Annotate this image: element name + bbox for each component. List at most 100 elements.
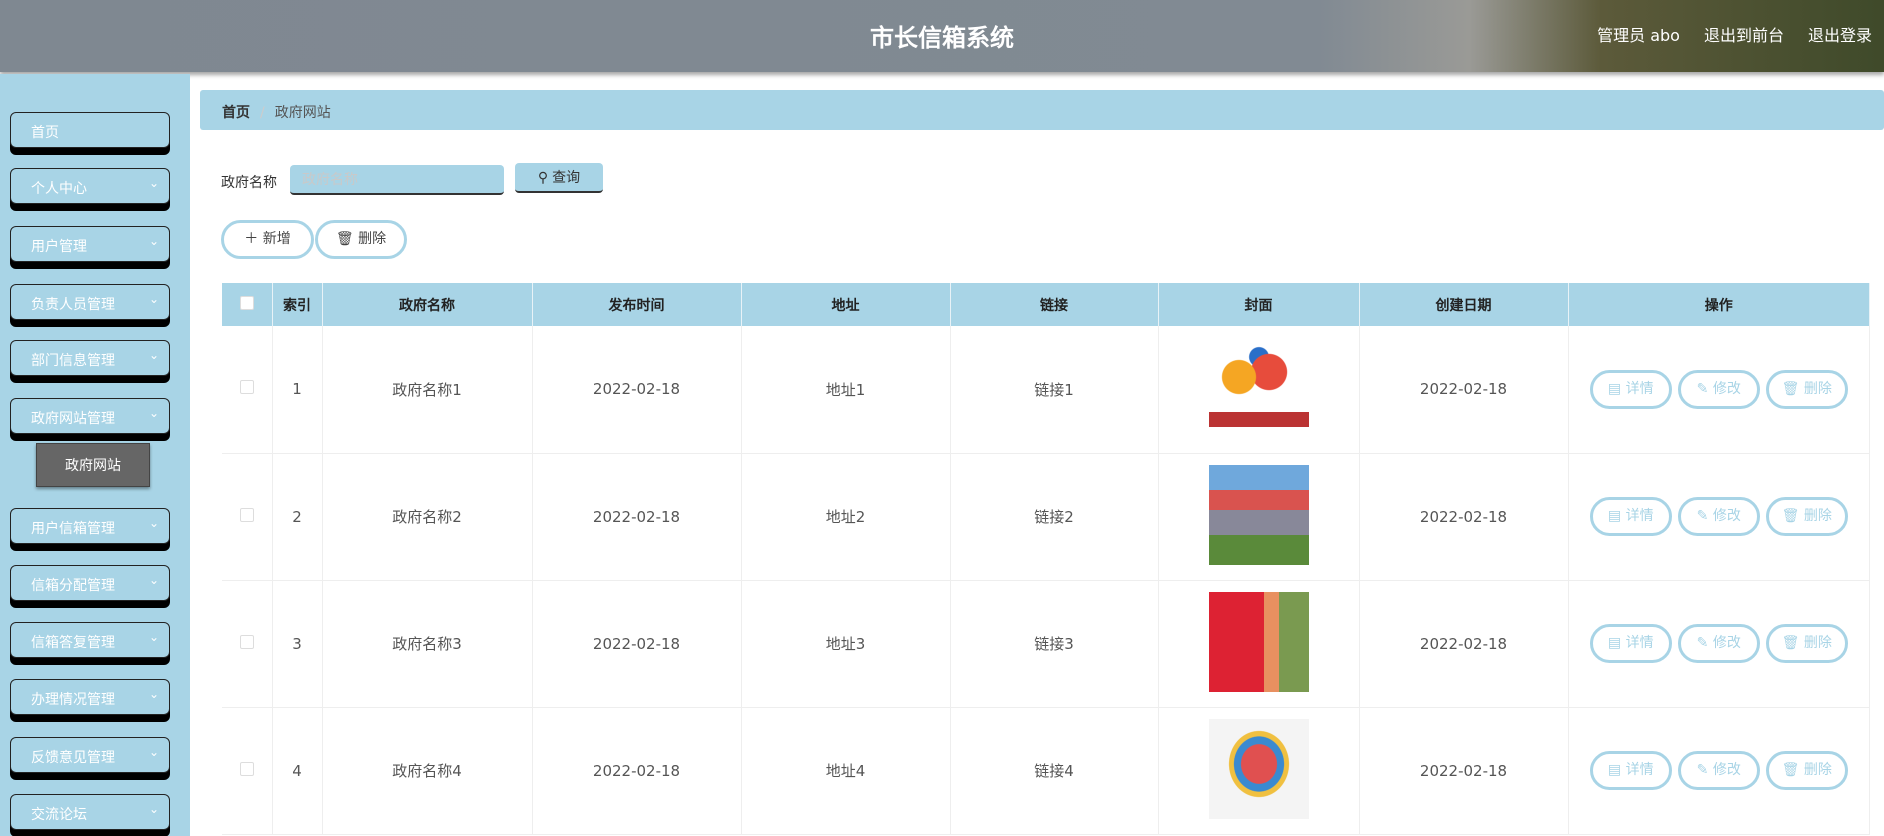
- gov-website-table: 索引 政府名称 发布时间 地址 链接 封面 创建日期 操作 1 政府名称1 20…: [222, 283, 1870, 835]
- cell-index: 2: [272, 453, 323, 581]
- chevron-down-icon: ⌄: [148, 745, 159, 759]
- sidebar-item[interactable]: 反馈意见管理 ⌄: [10, 737, 170, 773]
- select-all-checkbox[interactable]: [239, 295, 254, 310]
- plus-icon: ＋: [244, 231, 259, 247]
- sidebar-item[interactable]: 负责人员管理 ⌄: [10, 284, 170, 320]
- exit-to-front-link[interactable]: 退出到前台: [1704, 22, 1784, 46]
- sidebar-item[interactable]: 用户信箱管理 ⌄: [10, 508, 170, 544]
- chevron-down-icon: ⌄: [148, 406, 159, 420]
- cell-index: 1: [272, 326, 323, 454]
- chevron-down-icon: ⌄: [148, 573, 159, 587]
- sidebar-item-label: 负责人员管理: [31, 297, 115, 313]
- gov-name-search-input[interactable]: [290, 165, 504, 195]
- breadcrumb: 首页 / 政府网站: [200, 90, 1884, 130]
- add-button[interactable]: ＋ 新增: [221, 220, 314, 259]
- logout-link[interactable]: 退出登录: [1808, 22, 1872, 46]
- sidebar-item[interactable]: 办理情况管理 ⌄: [10, 679, 170, 715]
- chevron-down-icon: ⌄: [148, 687, 159, 701]
- sidebar-item[interactable]: 信箱分配管理 ⌄: [10, 565, 170, 601]
- cell-created: 2022-02-18: [1359, 707, 1569, 835]
- cell-cover: [1158, 707, 1360, 835]
- detail-button[interactable]: ▤ 详情: [1589, 497, 1672, 536]
- cell-created: 2022-02-18: [1359, 453, 1569, 581]
- delete-button[interactable]: 🗑 删除: [1765, 624, 1848, 663]
- sidebar-item[interactable]: 用户管理 ⌄: [10, 226, 170, 262]
- sidebar-item[interactable]: 首页: [10, 112, 170, 148]
- table-row: 4 政府名称4 2022-02-18 地址4 链接4 2022-02-18 ▤ …: [222, 707, 1870, 835]
- cell-name: 政府名称2: [322, 453, 533, 581]
- cell-created: 2022-02-18: [1359, 580, 1569, 708]
- row-checkbox[interactable]: [239, 507, 254, 522]
- sidebar-item-label: 部门信息管理: [31, 353, 115, 369]
- cell-publish: 2022-02-18: [532, 580, 742, 708]
- cell-cover: [1158, 453, 1360, 581]
- cell-link: 链接4: [950, 707, 1159, 835]
- cover-image: [1208, 337, 1309, 438]
- table-row: 2 政府名称2 2022-02-18 地址2 链接2 2022-02-18 ▤ …: [222, 453, 1870, 581]
- cell-publish: 2022-02-18: [532, 707, 742, 835]
- sidebar-item-label: 信箱答复管理: [31, 635, 115, 651]
- cell-created: 2022-02-18: [1359, 326, 1569, 454]
- chevron-down-icon: ⌄: [148, 234, 159, 248]
- sidebar-item-label: 用户信箱管理: [31, 521, 115, 537]
- delete-button[interactable]: 🗑 删除: [1765, 751, 1848, 790]
- detail-button[interactable]: ▤ 详情: [1589, 624, 1672, 663]
- sidebar-item[interactable]: 部门信息管理 ⌄: [10, 340, 170, 376]
- query-button[interactable]: ⚲ 查询: [515, 163, 603, 193]
- delete-button[interactable]: 🗑 删除: [1765, 369, 1848, 409]
- sidebar-item-label: 交流论坛: [31, 807, 87, 823]
- search-label: 政府名称: [221, 175, 277, 191]
- pencil-icon: ✎: [1696, 380, 1709, 397]
- sidebar-item[interactable]: 信箱答复管理 ⌄: [10, 622, 170, 658]
- cell-actions: ▤ 详情 ✎ 修改 🗑 删除: [1568, 580, 1870, 708]
- edit-button[interactable]: ✎ 修改: [1677, 497, 1760, 536]
- document-icon: ▤: [1607, 380, 1622, 397]
- detail-button[interactable]: ▤ 详情: [1589, 751, 1672, 790]
- cell-address: 地址4: [741, 707, 951, 835]
- pencil-icon: ✎: [1696, 508, 1709, 524]
- sidebar-item[interactable]: 政府网站管理 ⌄: [10, 398, 170, 434]
- batch-delete-button[interactable]: 🗑 删除: [315, 220, 407, 259]
- cell-actions: ▤ 详情 ✎ 修改 🗑 删除: [1568, 453, 1870, 581]
- col-index: 索引: [272, 283, 323, 326]
- table-row: 3 政府名称3 2022-02-18 地址3 链接3 2022-02-18 ▤ …: [222, 580, 1870, 708]
- cell-cover: [1158, 580, 1360, 708]
- chevron-down-icon: ⌄: [148, 630, 159, 644]
- pencil-icon: ✎: [1696, 635, 1709, 651]
- search-icon: ⚲: [537, 169, 549, 185]
- table-row: 1 政府名称1 2022-02-18 地址1 链接1 2022-02-18 ▤ …: [222, 326, 1870, 454]
- detail-button[interactable]: ▤ 详情: [1589, 369, 1672, 409]
- cell-name: 政府名称3: [322, 580, 533, 708]
- delete-button[interactable]: 🗑 删除: [1765, 497, 1848, 536]
- cell-link: 链接2: [950, 453, 1159, 581]
- cover-image: [1208, 464, 1309, 565]
- breadcrumb-home[interactable]: 首页: [222, 105, 250, 121]
- sidebar-item-label: 首页: [31, 125, 59, 141]
- row-checkbox[interactable]: [239, 634, 254, 649]
- cell-index: 3: [272, 580, 323, 708]
- sidebar-subitem-gov-website[interactable]: 政府网站: [36, 443, 150, 487]
- sidebar-item[interactable]: 交流论坛 ⌄: [10, 794, 170, 830]
- row-checkbox[interactable]: [239, 380, 254, 395]
- chevron-down-icon: ⌄: [148, 348, 159, 362]
- sidebar-item[interactable]: 个人中心 ⌄: [10, 168, 170, 204]
- row-checkbox[interactable]: [239, 761, 254, 776]
- edit-button[interactable]: ✎ 修改: [1677, 751, 1760, 790]
- trash-icon: 🗑: [1781, 635, 1800, 651]
- sidebar-item-label: 用户管理: [31, 239, 87, 255]
- trash-icon: 🗑: [1781, 380, 1800, 397]
- trash-icon: 🗑: [1781, 762, 1800, 778]
- cover-image: [1208, 718, 1309, 819]
- sidebar-item-label: 信箱分配管理: [31, 578, 115, 594]
- sidebar-item-label: 个人中心: [31, 181, 87, 197]
- col-cover: 封面: [1158, 283, 1360, 326]
- sidebar-item-label: 办理情况管理: [31, 692, 115, 708]
- sidebar-item-label: 反馈意见管理: [31, 750, 115, 766]
- edit-button[interactable]: ✎ 修改: [1677, 369, 1760, 409]
- sidebar-item-label: 政府网站管理: [31, 411, 115, 427]
- cell-cover: [1158, 326, 1360, 454]
- edit-button[interactable]: ✎ 修改: [1677, 624, 1760, 663]
- col-created: 创建日期: [1359, 283, 1569, 326]
- top-header: 市长信箱系统 管理员 abo 退出到前台 退出登录: [0, 0, 1884, 72]
- document-icon: ▤: [1607, 635, 1622, 651]
